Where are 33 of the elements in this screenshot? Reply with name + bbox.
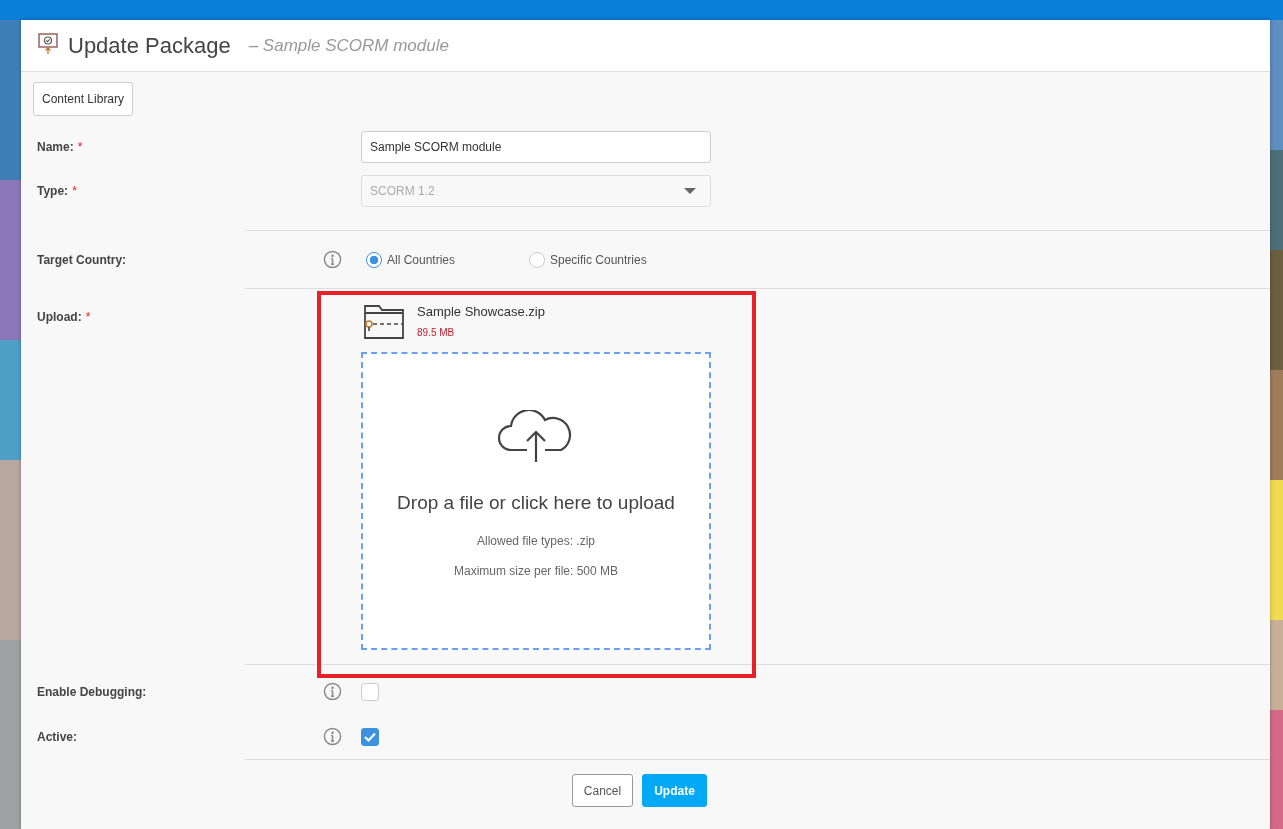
checkbox[interactable] bbox=[361, 682, 379, 701]
presentation-icon bbox=[38, 32, 58, 55]
info-icon[interactable] bbox=[323, 682, 342, 701]
field-label: Type: bbox=[37, 184, 69, 198]
radio-label: All Countries bbox=[387, 252, 456, 267]
drop-zone[interactable]: Drop a file or click here to upload Allowed file types: .zip Maximum size per file: 500 MB bbox=[361, 352, 711, 650]
radio-option[interactable]: All Countries bbox=[366, 251, 529, 268]
field-label: Enable Debugging: bbox=[37, 684, 147, 699]
info-icon[interactable] bbox=[323, 727, 342, 746]
dialog-title: Update Package bbox=[68, 32, 231, 59]
name-field[interactable]: Sample SCORM module bbox=[361, 131, 711, 163]
cancel-button[interactable]: Cancel bbox=[572, 774, 633, 807]
file-name: Sample Showcase.zip bbox=[417, 303, 545, 319]
file-size: 89.5 MB bbox=[417, 326, 456, 338]
radio-button[interactable] bbox=[366, 251, 382, 268]
field-label: Target Country: bbox=[37, 252, 127, 267]
max-size-hint: Maximum size per file: 500 MB bbox=[453, 564, 619, 578]
radio-label: Specific Countries bbox=[550, 252, 647, 267]
required-mark: * bbox=[72, 184, 77, 198]
allowed-types-hint: Allowed file types: .zip bbox=[476, 534, 596, 548]
drop-zone-title: Drop a file or click here to upload bbox=[397, 492, 675, 514]
checkbox[interactable] bbox=[361, 727, 379, 746]
radio-button[interactable] bbox=[529, 251, 545, 268]
caret-icon bbox=[684, 188, 696, 194]
required-mark: * bbox=[77, 140, 83, 154]
info-icon[interactable] bbox=[323, 250, 342, 269]
field-label: Upload: bbox=[37, 310, 82, 324]
dialog-subtitle: – Sample SCORM module bbox=[248, 35, 449, 56]
field-label: Name: bbox=[37, 140, 74, 154]
content-library-button[interactable]: Content Library bbox=[33, 82, 134, 116]
required-mark: * bbox=[85, 310, 91, 324]
radio-option[interactable]: Specific Countries bbox=[529, 251, 692, 268]
field-label: Active: bbox=[37, 729, 77, 744]
